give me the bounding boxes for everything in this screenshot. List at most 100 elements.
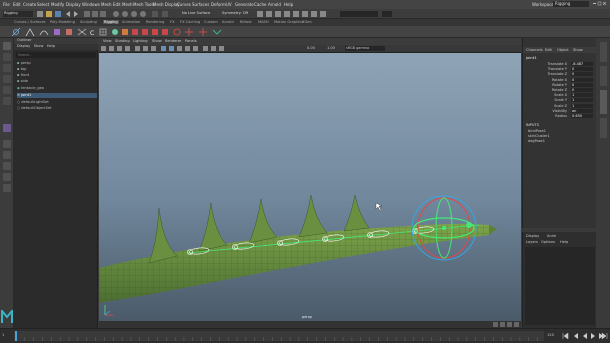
outliner-row[interactable]: ○ defaultObjectSet <box>17 106 97 111</box>
channelbox-menu-channels[interactable]: Channels <box>526 48 543 52</box>
playback-controls[interactable] <box>562 332 608 340</box>
outliner-row[interactable]: ▪ persp <box>17 61 97 66</box>
menu-select[interactable]: Select <box>37 2 49 7</box>
shelf-tab-motion-graphics[interactable]: Motion Graphics <box>274 20 303 24</box>
menu-modify[interactable]: Modify <box>51 2 64 7</box>
outliner-row[interactable]: ▪ side <box>17 79 97 84</box>
scale-tool-icon[interactable] <box>3 97 11 105</box>
channel-attribute-value[interactable]: 0 <box>571 67 593 72</box>
start-frame[interactable]: 1 <box>2 333 4 337</box>
layers-menu-help[interactable]: Help <box>560 240 568 244</box>
channel-attribute-row[interactable]: Radius 0.650 <box>525 114 595 119</box>
outliner-menu-show[interactable]: Show <box>34 44 44 48</box>
select-tool-icon[interactable] <box>3 42 11 50</box>
layers-list[interactable] <box>525 247 595 325</box>
channel-attribute-value[interactable]: 1 <box>571 93 593 98</box>
shelf-tab-bifrost[interactable]: Bifrost <box>240 20 252 24</box>
shelf-tab-poly-modeling[interactable]: Poly Modeling <box>50 20 75 24</box>
channel-attribute-value[interactable]: 0.650 <box>571 114 593 118</box>
modeling-toolkit-tab[interactable] <box>600 118 607 138</box>
menu-curves[interactable]: Curves <box>177 2 191 7</box>
channel-attribute-value[interactable]: 0 <box>571 82 593 87</box>
menu-deform[interactable]: Deform <box>211 2 226 7</box>
viewport-menu-view[interactable]: View <box>103 39 112 43</box>
outliner-row[interactable]: ▪ top <box>17 67 97 72</box>
menu-help[interactable]: Help <box>284 2 293 7</box>
shelf-tab-mash[interactable]: MASH <box>258 20 269 24</box>
outliner-search-input[interactable] <box>16 52 96 58</box>
symmetry-label[interactable]: Symmetry: Off <box>222 11 248 15</box>
window-controls[interactable] <box>592 1 608 7</box>
scene-view[interactable] <box>99 53 521 321</box>
login-field[interactable] <box>382 11 392 17</box>
persp-outliner-layout-icon[interactable] <box>3 162 11 170</box>
menu-arnold[interactable]: Arnold <box>268 2 281 7</box>
colorspace-dropdown[interactable]: sRGB gamma <box>345 46 385 51</box>
outliner-row[interactable]: ▪ front <box>17 73 97 78</box>
channel-attribute-value[interactable]: on <box>571 108 593 113</box>
statusline-icons[interactable] <box>36 10 176 18</box>
shelf-tab-arnold[interactable]: Arnold <box>222 20 234 24</box>
exposure-value[interactable]: 0.00 <box>307 46 315 50</box>
four-view-layout-icon[interactable] <box>3 151 11 159</box>
shelf-tab-fx[interactable]: FX <box>170 20 175 24</box>
viewport-menu-renderer[interactable]: Renderer <box>165 39 181 43</box>
shelf-tab-curves-surfaces[interactable]: Curves / Surfaces <box>14 20 46 24</box>
menu-mesh[interactable]: Mesh <box>101 2 112 7</box>
layers-tab-anim[interactable]: Anim <box>547 234 556 238</box>
outliner-row-selected[interactable]: ⊕ joint1 <box>17 93 97 98</box>
menu-generate[interactable]: Generate <box>235 2 254 7</box>
move-tool-icon[interactable] <box>3 75 11 83</box>
single-view-layout-icon[interactable] <box>3 140 11 148</box>
menu-surfaces[interactable]: Surfaces <box>192 2 209 7</box>
menu-set-dropdown[interactable]: Rigging <box>3 11 33 17</box>
layers-tab-display[interactable]: Display <box>526 234 539 238</box>
menu-mesh-tools[interactable]: Mesh Tools <box>133 2 155 7</box>
rotate-tool-icon[interactable] <box>3 86 11 94</box>
channel-attribute-value[interactable]: 0 <box>571 88 593 92</box>
end-frame[interactable]: 120 <box>547 333 554 337</box>
live-surface-label[interactable]: No Live Surface <box>182 11 210 15</box>
channelbox-menu-edit[interactable]: Edit <box>545 48 552 52</box>
shelf-tab-xgen[interactable]: XGen <box>302 20 312 24</box>
viewport-toolbar-icons[interactable] <box>101 46 301 52</box>
layers-menu-layers[interactable]: Layers <box>526 240 538 244</box>
channel-attribute-value[interactable]: 1 <box>571 98 593 103</box>
gamma-value[interactable]: 1.00 <box>327 46 335 50</box>
input-node[interactable]: bindPose1 <box>528 129 546 133</box>
shelf-tab-sculpting[interactable]: Sculpting <box>80 20 97 24</box>
menu-mesh-display[interactable]: Mesh Display <box>153 2 180 7</box>
menu-cache[interactable]: Cache <box>254 2 266 7</box>
workspace-dropdown[interactable]: Rigging <box>553 1 589 7</box>
shelf-tab-rigging[interactable]: Rigging <box>103 20 119 24</box>
channel-box-tab[interactable] <box>600 90 607 114</box>
viewport-menu-panels[interactable]: Panels <box>185 39 197 43</box>
outliner-menu-help[interactable]: Help <box>47 44 55 48</box>
time-slider-track[interactable] <box>14 331 544 341</box>
channel-attribute-value[interactable]: 1 <box>571 103 593 108</box>
shelf-tab-rendering[interactable]: Rendering <box>146 20 164 24</box>
channelbox-menu-object[interactable]: Object <box>557 48 569 52</box>
channel-attribute-value[interactable]: 0 <box>571 72 593 77</box>
tool-settings-tab[interactable] <box>600 66 607 86</box>
input-node[interactable]: skinCluster1 <box>528 134 550 138</box>
outliner-row[interactable]: ○ defaultLightSet <box>17 100 97 105</box>
shelf-tab-animation[interactable]: Animation <box>122 20 140 24</box>
layers-menu-options[interactable]: Options <box>541 240 555 244</box>
last-tool-icon[interactable] <box>3 124 11 132</box>
viewport-canvas[interactable]: persp <box>99 53 521 321</box>
viewport-menu-show[interactable]: Show <box>152 39 162 43</box>
paint-select-tool-icon[interactable] <box>3 64 11 72</box>
menu-windows[interactable]: Windows <box>82 2 100 7</box>
playback-mini-icons[interactable] <box>493 322 519 327</box>
shelf-tab-custom[interactable]: Custom <box>204 20 218 24</box>
shelf-tab-fx-caching[interactable]: FX Caching <box>180 20 200 24</box>
object-name-field[interactable] <box>340 11 378 17</box>
menu-create[interactable]: Create <box>23 2 36 7</box>
menu-uv[interactable]: UV <box>226 2 232 7</box>
menu-file[interactable]: File <box>3 2 10 7</box>
attribute-editor-tab[interactable] <box>600 42 607 62</box>
render-tools-icons[interactable] <box>256 10 336 18</box>
channel-attribute-value[interactable]: 0 <box>571 77 593 82</box>
viewport-menu-shading[interactable]: Shading <box>115 39 130 43</box>
